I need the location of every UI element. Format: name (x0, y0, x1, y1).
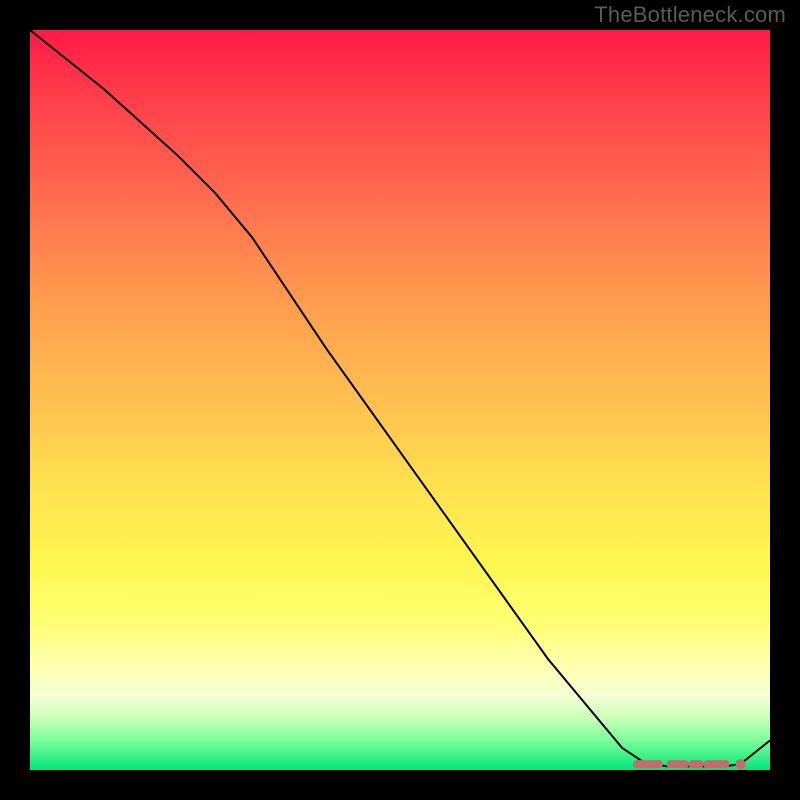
marker-dot (735, 759, 745, 769)
chart-overlay (30, 30, 770, 770)
bottleneck-curve (30, 30, 770, 766)
optimal-region-marker (637, 759, 746, 769)
chart-frame: TheBottleneck.com (0, 0, 800, 800)
watermark-text: TheBottleneck.com (594, 2, 786, 28)
